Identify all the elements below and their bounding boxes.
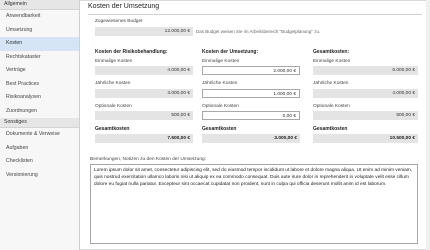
sidebar-item-rechtskataster[interactable]: Rechtskataster: [0, 51, 79, 65]
impl-total-field: 3.000,00 €: [202, 134, 300, 143]
risk-optional-field: 500,00 €: [95, 111, 193, 120]
sidebar-item-anwendbarkeit[interactable]: Anwendbarkeit: [0, 10, 79, 24]
sidebar-item-checklisten[interactable]: Checklisten: [0, 155, 79, 169]
sidebar-item-vertraege[interactable]: Verträge: [0, 64, 79, 78]
sidebar-group-allgemein: Allgemein: [0, 0, 79, 10]
overall-total-label: Gesamtkosten: [313, 126, 348, 132]
scrollbar[interactable]: [426, 0, 430, 250]
sidebar-item-versionierung[interactable]: Versionierung: [0, 169, 79, 183]
overall-total-field: 10.500,00 €: [313, 134, 418, 143]
risk-total-field: 7.500,00 €: [95, 134, 193, 143]
impl-once-label: Einmalige Kosten: [202, 59, 240, 64]
overall-once-field: 6.000,00 €: [313, 66, 418, 75]
impl-optional-label: Optionale Kosten: [202, 104, 239, 109]
overall-once-label: Einmalige Kosten: [313, 59, 351, 64]
overall-yearly-label: Jährliche Kosten: [313, 81, 349, 86]
budget-label: Zugewiesenes Budget: [95, 19, 143, 24]
sidebar-item-dokumente[interactable]: Dokumente & Verweise: [0, 128, 79, 142]
risk-once-field: 4.000,00 €: [95, 66, 193, 75]
notes-label: Bemerkungen, Notizen zu den Kosten der U…: [90, 157, 206, 162]
sidebar-group-sonstiges: Sonstiges: [0, 118, 79, 128]
budget-field: 12.000,00 €: [95, 27, 193, 36]
risk-treatment-heading: Kosten der Risikobehandlung:: [95, 49, 168, 55]
sidebar-item-aufgaben[interactable]: Aufgaben: [0, 142, 79, 156]
impl-optional-input[interactable]: 0,00 €: [202, 111, 300, 120]
impl-total-label: Gesamtkosten: [202, 126, 237, 132]
sidebar-item-umsetzung[interactable]: Umsetzung: [0, 24, 79, 38]
impl-once-input[interactable]: 2.000,00 €: [202, 66, 300, 75]
risk-yearly-label: Jährliche Kosten: [95, 81, 131, 86]
notes-textarea[interactable]: Lorem ipsum dolor sit amet, consectetur …: [90, 164, 418, 244]
risk-once-label: Einmalige Kosten: [95, 59, 133, 64]
overall-optional-field: 500,00 €: [313, 111, 418, 120]
title-divider: [88, 14, 422, 15]
overall-heading: Gesamtkosten:: [313, 49, 350, 55]
main-content: Kosten der Umsetzung Zugewiesenes Budget…: [88, 0, 422, 250]
page-title: Kosten der Umsetzung: [88, 3, 160, 10]
sidebar-item-best-practices[interactable]: Best Practices: [0, 78, 79, 92]
risk-yearly-field: 3.000,00 €: [95, 89, 193, 98]
sidebar-item-risikoanalysen[interactable]: Risikoanalysen: [0, 91, 79, 105]
sidebar: Allgemein Anwendbarkeit Umsetzung Kosten…: [0, 0, 80, 250]
overall-yearly-field: 4.000,00 €: [313, 89, 418, 98]
sidebar-item-kosten[interactable]: Kosten: [0, 37, 79, 51]
implementation-heading: Kosten der Umsetzung:: [202, 49, 259, 55]
impl-yearly-input[interactable]: 1.000,00 €: [202, 89, 300, 98]
overall-optional-label: Optionale Kosten: [313, 104, 350, 109]
sidebar-item-zuordnungen[interactable]: Zuordnungen: [0, 105, 79, 119]
impl-yearly-label: Jährliche Kosten: [202, 81, 238, 86]
risk-optional-label: Optionale Kosten: [95, 104, 132, 109]
risk-total-label: Gesamtkosten: [95, 126, 130, 132]
budget-hint: Das Budget weisen Sie im Arbeitsbereich …: [196, 29, 321, 34]
